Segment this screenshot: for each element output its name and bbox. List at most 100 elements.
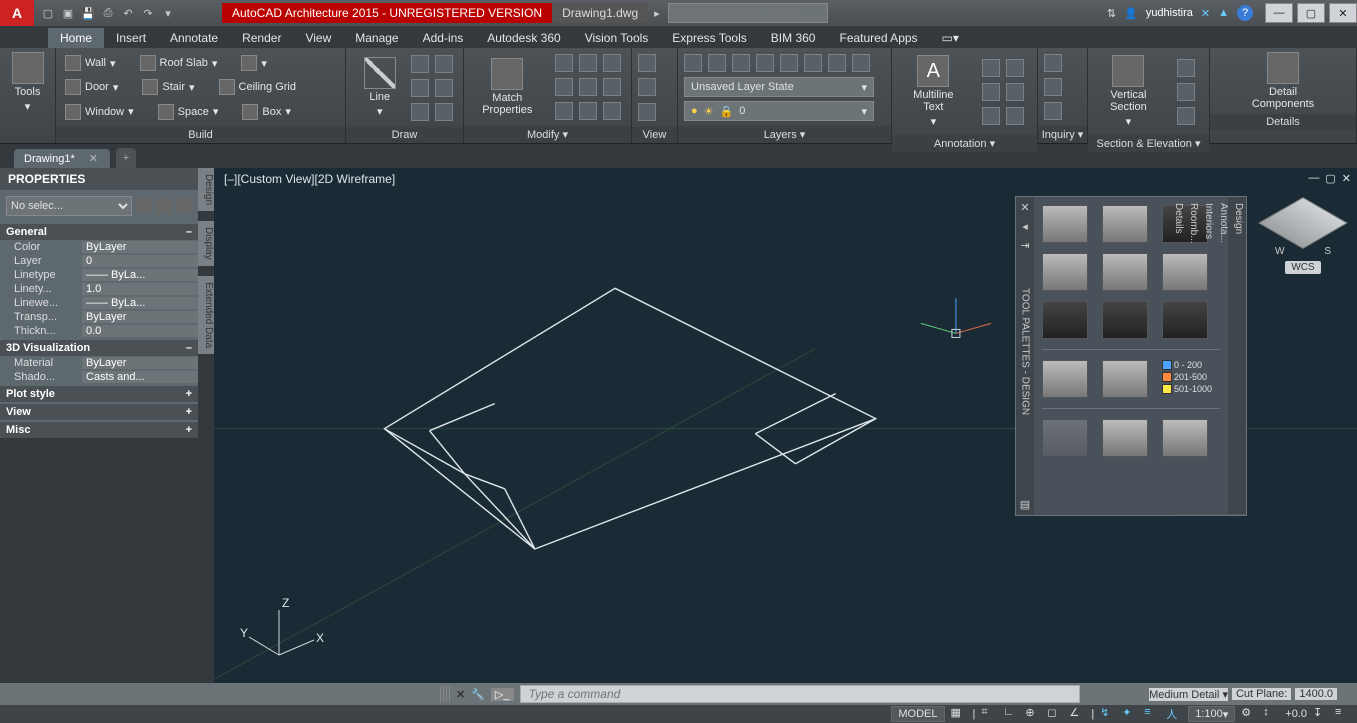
scale-dropdown[interactable]: 1:100 ▾ <box>1188 706 1235 722</box>
line-button[interactable]: Line▾ <box>356 53 404 122</box>
tab-annotate[interactable]: Annotate <box>158 28 230 48</box>
tab-bim360[interactable]: BIM 360 <box>759 28 828 48</box>
tag-icon[interactable] <box>982 83 1000 101</box>
exchange-icon[interactable]: ✕ <box>1201 7 1210 20</box>
roofslab-button[interactable]: Roof Slab ▾ <box>137 54 221 72</box>
palette-tab-roomb[interactable]: Roomb... <box>1186 197 1201 515</box>
panel-details-title[interactable]: Details <box>1210 114 1356 130</box>
anno-icon[interactable]: 人 <box>1166 706 1182 722</box>
viewport[interactable]: [–][Custom View][2D Wireframe] — ▢ ✕ <box>214 168 1357 683</box>
circle-icon[interactable] <box>411 79 429 97</box>
dynucs-icon[interactable]: ↯ <box>1100 706 1116 722</box>
sec2-icon[interactable] <box>1177 83 1195 101</box>
match-properties-button[interactable]: Match Properties <box>474 54 540 120</box>
pline-icon[interactable] <box>435 55 453 73</box>
tools-button[interactable]: Tools▾ <box>0 48 55 117</box>
title-chevron-icon[interactable]: ▸ <box>654 7 660 20</box>
panel-draw-title[interactable]: Draw <box>346 127 463 143</box>
redo-icon[interactable]: ↷ <box>140 5 156 21</box>
tab-featuredapps[interactable]: Featured Apps <box>827 28 929 48</box>
palette-tab-interiors[interactable]: Interiors <box>1201 197 1216 515</box>
channel-design[interactable]: Design <box>198 168 214 211</box>
cutplane-value[interactable]: 1400.0 <box>1295 688 1337 700</box>
selection-dropdown[interactable]: No selec... <box>6 196 132 216</box>
tool-curtainwall[interactable] <box>1042 301 1088 339</box>
cat-collapsed[interactable]: Plot style+ <box>0 386 198 402</box>
palette-collapse-icon[interactable]: ◂ <box>1022 220 1028 233</box>
palette-tab-details[interactable]: Details <box>1171 197 1186 515</box>
spline-icon[interactable] <box>435 103 453 121</box>
panel-layers-title[interactable]: Layers ▾ <box>678 126 891 143</box>
panel-view-title[interactable]: View <box>632 127 677 143</box>
gear-icon[interactable]: ⚙ <box>1241 706 1257 722</box>
space-button[interactable]: Space ▾ <box>155 103 222 121</box>
panel-inquiry-title[interactable]: Inquiry ▾ <box>1038 126 1087 143</box>
layer-prev-icon[interactable] <box>828 54 846 72</box>
replace-z-icon[interactable]: ↧ <box>1313 706 1329 722</box>
undo-icon[interactable]: ↶ <box>120 5 136 21</box>
layer-iso-icon[interactable] <box>756 54 774 72</box>
tab-home[interactable]: Home <box>48 28 104 48</box>
tab-a360[interactable]: Autodesk 360 <box>475 28 572 48</box>
dyninput-icon[interactable]: ✦ <box>1122 706 1138 722</box>
tool-stair[interactable] <box>1102 253 1148 291</box>
viewcube[interactable]: WS WCS <box>1263 198 1343 298</box>
inq1-icon[interactable] <box>1044 54 1062 72</box>
layer-mcur-icon[interactable] <box>804 54 822 72</box>
ribbon-overflow-icon[interactable]: ▭▾ <box>930 28 971 48</box>
prop-row[interactable]: Linewe...—— ByLa... <box>0 296 198 310</box>
tool-column[interactable] <box>1102 419 1148 457</box>
tab-insert[interactable]: Insert <box>104 28 158 48</box>
trim-icon[interactable] <box>603 54 621 72</box>
doc-tab[interactable]: Drawing1*✕ <box>14 149 110 168</box>
cmd-options-icon[interactable]: 🔧 <box>471 688 485 701</box>
scale-icon[interactable] <box>982 107 1000 125</box>
dim-icon[interactable] <box>982 59 1000 77</box>
cat-collapsed[interactable]: Misc+ <box>0 422 198 438</box>
cat-3dvis[interactable]: 3D Visualization– <box>0 340 198 356</box>
elevation-value[interactable]: +0.0 <box>1285 708 1307 720</box>
grid-icon[interactable]: ▦ <box>951 706 967 722</box>
layer-lock-icon[interactable] <box>732 54 750 72</box>
new-icon[interactable]: ▢ <box>40 5 56 21</box>
ceilinggrid-button[interactable]: Ceiling Grid <box>216 78 299 96</box>
prop-row[interactable]: Transp...ByLayer <box>0 310 198 324</box>
panel-modify-title[interactable]: Modify ▾ <box>464 126 631 143</box>
view-regen-icon[interactable] <box>638 103 656 121</box>
fillet-icon[interactable] <box>603 78 621 96</box>
hatch-button[interactable]: ▾ <box>238 54 270 72</box>
sec3-icon[interactable] <box>1177 107 1195 125</box>
arc-icon[interactable] <box>411 55 429 73</box>
tool-roof[interactable] <box>1102 360 1148 398</box>
view-iso-icon[interactable] <box>638 78 656 96</box>
model-button[interactable]: MODEL <box>891 706 944 722</box>
palette-handle[interactable]: ✕ ◂ ⇥ TOOL PALETTES - DESIGN ▤ <box>1016 197 1034 515</box>
cat-collapsed[interactable]: View+ <box>0 404 198 420</box>
tab-manage[interactable]: Manage <box>343 28 410 48</box>
wall-button[interactable]: Wall ▾ <box>62 54 119 72</box>
layer-more-icon[interactable] <box>852 54 870 72</box>
print-icon[interactable]: ⎙ <box>100 5 116 21</box>
minimize-button[interactable]: — <box>1265 3 1293 23</box>
palette-tab-annota[interactable]: Annota... <box>1216 197 1231 515</box>
channel-display[interactable]: Display <box>198 221 214 266</box>
palette-props-icon[interactable]: ▤ <box>1020 498 1030 511</box>
app-menu-button[interactable]: A <box>0 0 34 26</box>
palette-close-icon[interactable]: ✕ <box>1020 201 1029 214</box>
layer-freeze-icon[interactable] <box>684 54 702 72</box>
copy-icon[interactable] <box>555 78 573 96</box>
mirror-icon[interactable] <box>579 78 597 96</box>
prop-row[interactable]: Linety...1.0 <box>0 282 198 296</box>
ellipse-icon[interactable] <box>411 103 429 121</box>
palette-autohide-icon[interactable]: ⇥ <box>1020 239 1029 252</box>
layer-state-dropdown[interactable]: Unsaved Layer State▾ <box>684 77 874 97</box>
tab-addins[interactable]: Add-ins <box>411 28 476 48</box>
cmd-close-icon[interactable]: ✕ <box>456 688 465 701</box>
command-input[interactable] <box>520 685 1080 703</box>
tab-expresstools[interactable]: Express Tools <box>660 28 758 48</box>
move-icon[interactable] <box>555 54 573 72</box>
stretch-icon[interactable] <box>555 102 573 120</box>
lineweight-icon[interactable]: ≡ <box>1144 706 1160 722</box>
autodesk360-icon[interactable]: ▲ <box>1218 7 1229 19</box>
array-icon[interactable] <box>603 102 621 120</box>
